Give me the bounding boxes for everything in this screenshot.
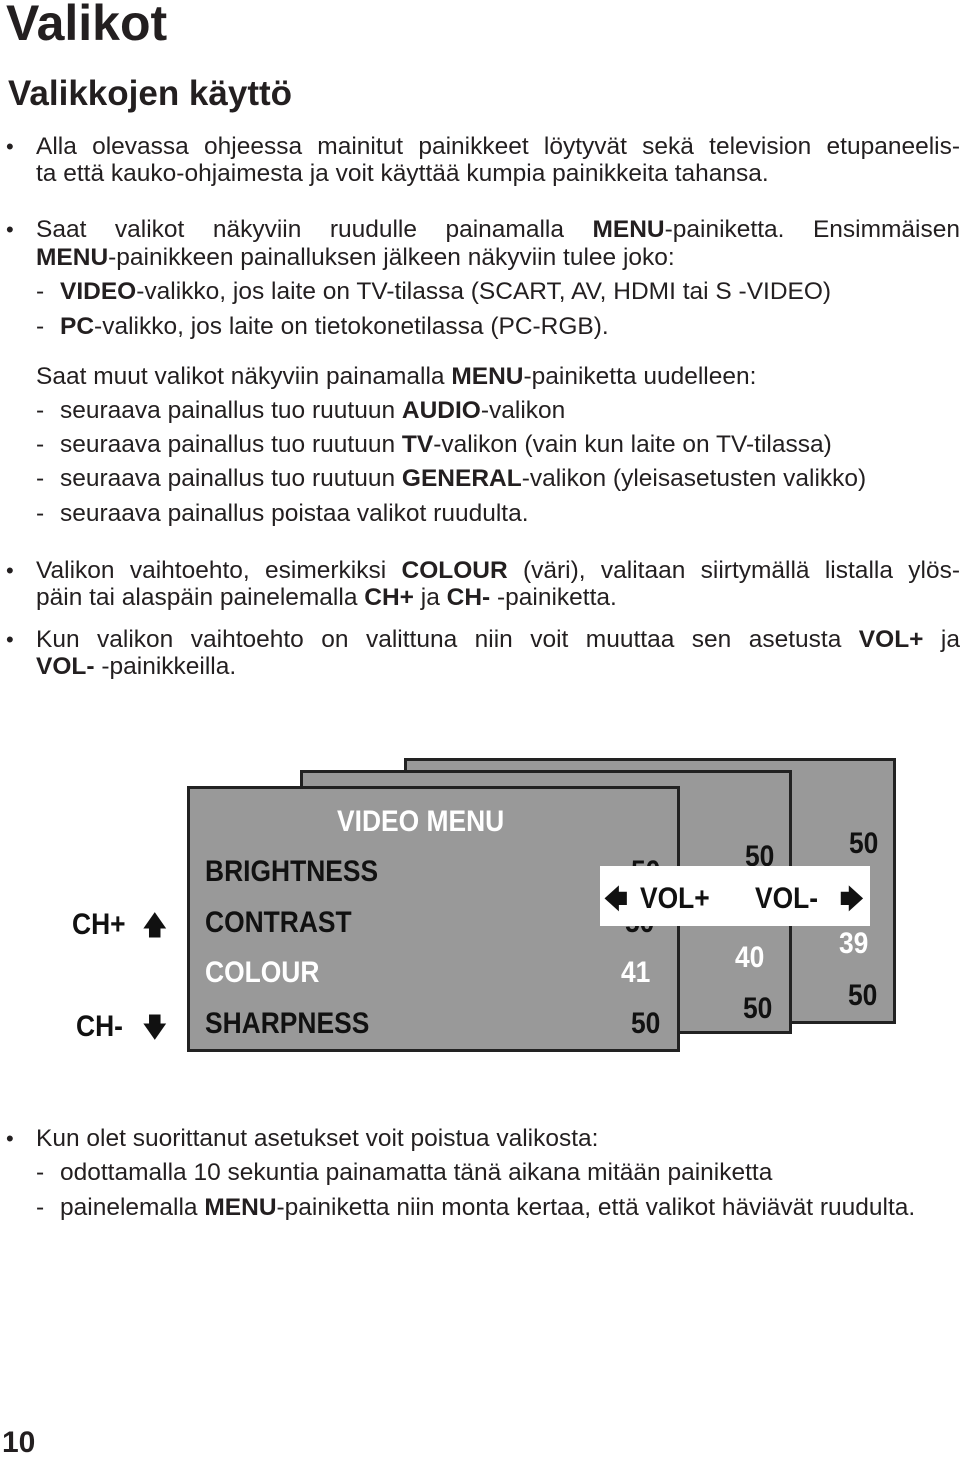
text-segment: Saat muut valikot näkyviin painamalla	[36, 363, 452, 390]
dash-marker: -	[36, 313, 45, 340]
bullet-icon: •	[6, 558, 14, 583]
text-line: Saat valikot näkyviin ruudulle painamall…	[36, 216, 960, 244]
text-line: MENU-painikkeen painalluksen jälkeen näk…	[36, 244, 960, 272]
ch-plus-label: CH+	[72, 908, 126, 941]
dash-marker: -	[36, 1159, 45, 1186]
menu-title: VIDEO MENU	[337, 805, 505, 838]
text-segment: päin tai alaspäin painelemalla	[36, 584, 365, 611]
text-line: seuraava painallus poistaa valikot ruudu…	[60, 500, 960, 528]
bold-term: VOL+	[858, 626, 924, 653]
text-segment: -painiketta. Ensimmäisen	[664, 216, 960, 243]
text-segment: -painiketta uudelleen:	[523, 363, 757, 390]
vol-minus-label: VOL-	[755, 882, 819, 915]
text-segment: Alla olevassa ohjeessa mainitut painikke…	[36, 133, 960, 160]
text-line: päin tai alaspäin painelemalla CH+ ja CH…	[36, 584, 960, 612]
bold-term: MENU	[451, 363, 524, 390]
bold-term: CH+	[364, 584, 414, 611]
text-line: VOL- -painikkeilla.	[36, 653, 960, 681]
text-segment: ja	[413, 584, 447, 611]
ch-minus-label: CH-	[76, 1010, 123, 1043]
menu-item-sharpness: SHARPNESS	[205, 1007, 370, 1040]
text-line: ta että kauko-ohjaimesta ja voit käyttää…	[36, 160, 960, 188]
arrow-right-icon: 🡆	[840, 884, 864, 914]
menu-item-brightness: BRIGHTNESS	[205, 855, 379, 888]
text-line: Alla olevassa ohjeessa mainitut painikke…	[36, 133, 960, 161]
bold-term: MENU	[592, 216, 665, 243]
text-segment: ta että kauko-ohjaimesta ja voit käyttää…	[36, 160, 769, 187]
text-segment: -painikkeen painalluksen jälkeen näkyvii…	[108, 244, 675, 271]
text-segment: ja	[923, 626, 960, 653]
text-segment: seuraava painallus tuo ruutuun	[60, 431, 402, 458]
text-segment: -valikon (yleisasetusten valikko)	[521, 465, 867, 492]
text-line: painelemalla MENU-painiketta niin monta …	[60, 1194, 960, 1222]
text-segment: -valikko, jos laite on TV-tilassa (SCART…	[136, 278, 832, 305]
text-segment: -valikon	[480, 397, 566, 424]
text-segment: Kun olet suorittanut asetukset voit pois…	[36, 1125, 599, 1152]
middle-value-3: 40	[734, 941, 764, 974]
dash-marker: -	[36, 1194, 45, 1221]
bold-term: COLOUR	[401, 557, 508, 584]
text-segment: -painiketta.	[490, 584, 617, 611]
text-line: PC-valikko, jos laite on tietokonetilass…	[60, 313, 960, 341]
bold-term: VOL-	[36, 653, 95, 680]
text-line: odottamalla 10 sekuntia painamatta tänä …	[60, 1159, 960, 1187]
menu-item-contrast: CONTRAST	[205, 906, 352, 939]
text-segment: -valikko, jos laite on tietokonetilassa …	[94, 313, 609, 340]
text-line: Kun valikon vaihtoehto on valittuna niin…	[36, 626, 960, 654]
arrow-left-icon: 🡄	[604, 884, 628, 914]
bold-term: MENU	[204, 1194, 277, 1221]
dash-marker: -	[36, 431, 45, 458]
text-segment: Kun valikon vaihtoehto on valittuna niin…	[36, 626, 859, 653]
text-segment: -valikon (vain kun laite on TV-tilassa)	[433, 431, 832, 458]
menu-item-colour: COLOUR	[205, 956, 320, 989]
text-segment: -painikkeilla.	[94, 653, 237, 680]
text-segment: Valikon vaihtoehto, esimerkiksi	[36, 557, 402, 584]
bold-term: MENU	[36, 244, 109, 271]
back-value-1: 50	[848, 827, 878, 860]
text-segment: seuraava painallus poistaa valikot ruudu…	[60, 500, 529, 527]
middle-value-4: 50	[742, 992, 772, 1025]
text-segment: Saat valikot näkyviin ruudulle painamall…	[36, 216, 593, 243]
bold-term: AUDIO	[401, 397, 481, 424]
page-number: 10	[2, 1426, 36, 1459]
text-segment: painelemalla	[60, 1194, 205, 1221]
back-value-4: 50	[847, 979, 877, 1012]
text-line: VIDEO-valikko, jos laite on TV-tilassa (…	[60, 278, 960, 306]
bullet-icon: •	[6, 1126, 14, 1151]
bullet-icon: •	[6, 627, 14, 652]
arrow-down-icon: 🡇	[143, 1012, 167, 1042]
text-line: seuraava painallus tuo ruutuun TV-valiko…	[60, 431, 960, 459]
text-segment: odottamalla 10 sekuntia painamatta tänä …	[60, 1159, 773, 1186]
bold-term: PC	[60, 313, 95, 340]
vol-plus-label: VOL+	[640, 882, 710, 915]
bullet-icon: •	[6, 217, 14, 242]
text-line: Kun olet suorittanut asetukset voit pois…	[36, 1125, 960, 1153]
bold-term: TV	[401, 431, 434, 458]
dash-marker: -	[36, 500, 45, 527]
text-segment: -painiketta niin monta kertaa, että vali…	[276, 1194, 916, 1221]
bold-term: GENERAL	[401, 465, 522, 492]
bold-term: VIDEO	[60, 278, 137, 305]
back-value-3: 39	[838, 927, 868, 960]
page-title: Valikot	[6, 0, 168, 51]
text-line: seuraava painallus tuo ruutuun GENERAL-v…	[60, 465, 960, 493]
dash-marker: -	[36, 397, 45, 424]
text-line: Saat muut valikot näkyviin painamalla ME…	[36, 363, 960, 391]
text-segment: (väri), valitaan siirtymällä listalla yl…	[507, 557, 960, 584]
front-value-colour: 41	[620, 956, 650, 989]
bullet-icon: •	[6, 134, 14, 159]
arrow-up-icon: 🡅	[143, 910, 167, 940]
bold-term: CH-	[446, 584, 491, 611]
dash-marker: -	[36, 278, 45, 305]
text-line: Valikon vaihtoehto, esimerkiksi COLOUR (…	[36, 557, 960, 585]
dash-marker: -	[36, 465, 45, 492]
text-segment: seuraava painallus tuo ruutuun	[60, 397, 402, 424]
section-heading: Valikkojen käyttö	[8, 74, 293, 113]
text-segment: seuraava painallus tuo ruutuun	[60, 465, 402, 492]
front-value-sharpness: 50	[630, 1007, 660, 1040]
text-line: seuraava painallus tuo ruutuun AUDIO-val…	[60, 397, 960, 425]
